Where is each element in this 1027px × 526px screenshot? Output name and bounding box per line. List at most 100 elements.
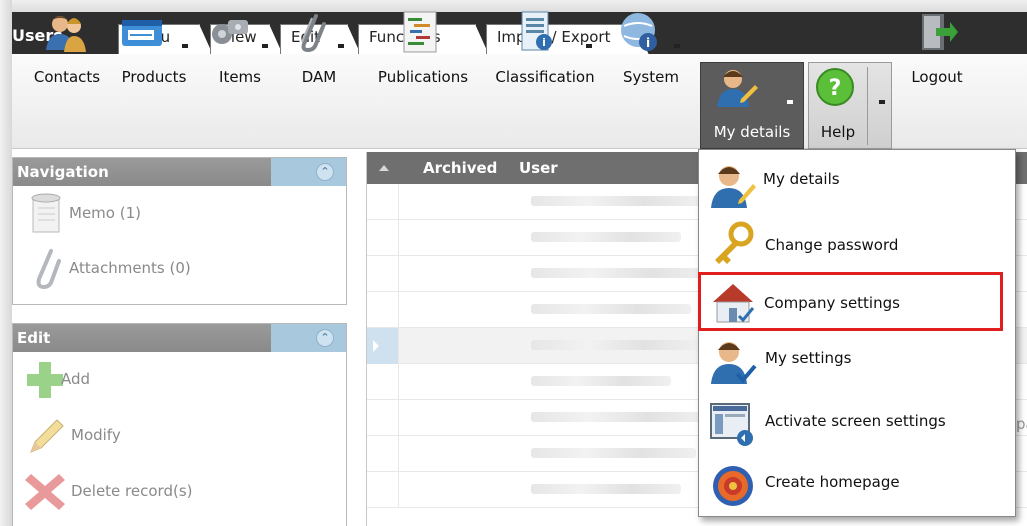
column-archived-header[interactable]: Archived	[423, 159, 497, 177]
toolbar-classification-button[interactable]: i Classification	[486, 0, 604, 95]
toolbar-logout-button[interactable]: Logout	[898, 0, 976, 95]
edit-panel-title: Edit	[17, 329, 51, 347]
split-divider	[867, 67, 868, 145]
edit-item-delete-label: Delete record(s)	[71, 482, 193, 500]
navigation-panel-title: Navigation	[17, 163, 109, 181]
paperclip-icon	[36, 249, 61, 290]
blurred-cell	[531, 304, 691, 314]
toolbar-contacts-button[interactable]: Contacts	[26, 0, 108, 95]
user-edit-icon	[717, 70, 758, 107]
delete-x-icon	[25, 474, 65, 510]
globe-info-icon: i	[621, 13, 657, 51]
row-separator	[398, 364, 399, 399]
company-house-icon	[713, 284, 755, 323]
edit-item-add[interactable]: Add	[13, 352, 346, 408]
chevron-down-icon	[787, 100, 793, 104]
menu-item-my-details[interactable]: My details	[699, 156, 1015, 215]
panel-header-accent	[271, 158, 346, 186]
chevron-down-icon	[586, 44, 592, 48]
edit-item-add-label: Add	[61, 370, 91, 388]
edit-panel-header: Edit ⌃	[13, 324, 346, 352]
products-icon	[122, 20, 162, 46]
menu-item-activate-screen-settings-label: Activate screen settings	[765, 412, 946, 430]
svg-text:?: ?	[829, 76, 842, 101]
toolbar-contacts-label: Contacts	[33, 68, 101, 86]
user-check-icon	[711, 342, 757, 384]
row-separator	[398, 328, 399, 363]
edit-item-delete[interactable]: Delete record(s)	[13, 464, 346, 520]
user-edit-icon	[711, 166, 756, 208]
chevron-down-icon	[182, 44, 188, 48]
collapse-icon[interactable]: ⌃	[316, 329, 334, 347]
blurred-cell	[531, 376, 671, 386]
blurred-cell	[531, 484, 681, 494]
column-user-header[interactable]: User	[519, 159, 558, 177]
svg-text:i: i	[542, 36, 546, 49]
svg-text:i: i	[646, 36, 650, 50]
chevron-down-icon	[338, 44, 344, 48]
menu-item-change-password-label: Change password	[765, 236, 899, 254]
row-separator	[398, 436, 399, 471]
blurred-cell	[531, 412, 706, 422]
blurred-cell	[531, 340, 701, 350]
pencil-icon	[30, 419, 64, 453]
toolbar-publications-label: Publications	[377, 68, 469, 86]
toolbar-products-label: Products	[121, 68, 187, 86]
menu-item-my-details-label: My details	[763, 170, 840, 188]
memo-scroll-icon	[31, 193, 61, 233]
logout-door-icon	[922, 14, 958, 50]
row-separator	[398, 292, 399, 327]
blurred-cell	[531, 268, 711, 278]
screen-settings-icon	[710, 403, 753, 446]
row-separator	[398, 184, 399, 219]
window-shadow-left	[0, 0, 12, 526]
panel-header-accent	[271, 324, 346, 352]
nav-item-attachments-label: Attachments (0)	[69, 259, 191, 277]
row-selected-marker	[367, 328, 398, 364]
toolbar-my-details-button[interactable]: My details	[700, 62, 804, 149]
nav-item-memo[interactable]: Memo (1)	[13, 186, 346, 241]
blurred-cell	[531, 196, 701, 206]
toolbar-items-button[interactable]: Items	[204, 0, 276, 95]
menu-item-change-password[interactable]: Change password	[699, 214, 1015, 273]
menu-item-create-homepage-label: Create homepage	[765, 473, 900, 491]
items-icon	[212, 20, 248, 44]
menu-item-company-settings[interactable]: Company settings	[698, 272, 1003, 331]
toolbar-dam-label: DAM	[301, 68, 337, 86]
classification-icon: i	[521, 11, 552, 51]
nav-item-memo-label: Memo (1)	[69, 204, 141, 222]
sort-ascending-icon[interactable]	[379, 165, 389, 171]
menu-item-activate-screen-settings[interactable]: Activate screen settings	[699, 394, 1015, 453]
menu-item-create-homepage[interactable]: Create homepage	[699, 454, 1015, 513]
grid-cell-partial: pa	[1016, 415, 1027, 433]
toolbar-system-button[interactable]: i System	[614, 0, 688, 95]
menu-item-my-settings[interactable]: My settings	[699, 332, 1015, 391]
row-separator	[398, 220, 399, 255]
edit-item-modify-label: Modify	[71, 426, 121, 444]
edit-panel: Edit ⌃ Add Modify Delete record(s)	[12, 323, 347, 526]
chevron-down-icon	[674, 44, 680, 48]
menu-item-my-settings-label: My settings	[765, 349, 852, 367]
paperclip-icon	[301, 14, 326, 53]
edit-item-modify[interactable]: Modify	[13, 408, 346, 464]
target-icon	[713, 466, 753, 506]
toolbar-help-label: Help	[820, 123, 856, 141]
row-separator	[398, 472, 399, 507]
toolbar-dam-button[interactable]: DAM	[288, 0, 350, 95]
my-details-dropdown-menu: My details Change password Company setti…	[698, 149, 1016, 517]
nav-item-attachments[interactable]: Attachments (0)	[13, 241, 346, 296]
toolbar-publications-button[interactable]: Publications	[370, 0, 476, 95]
contacts-icon	[46, 16, 86, 52]
blurred-cell	[531, 232, 681, 242]
toolbar-items-label: Items	[219, 68, 261, 86]
key-icon	[715, 221, 754, 264]
navigation-panel: Navigation ⌃ Memo (1) Attachments (0)	[12, 157, 347, 305]
toolbar-logout-label: Logout	[911, 68, 963, 86]
collapse-icon[interactable]: ⌃	[316, 163, 334, 181]
toolbar-help-button[interactable]: ? Help	[808, 62, 892, 149]
row-separator	[398, 256, 399, 291]
publications-icon	[403, 11, 437, 53]
chevron-down-icon	[879, 100, 885, 104]
menu-item-company-settings-label: Company settings	[764, 294, 900, 312]
toolbar-products-button[interactable]: Products	[112, 0, 196, 95]
